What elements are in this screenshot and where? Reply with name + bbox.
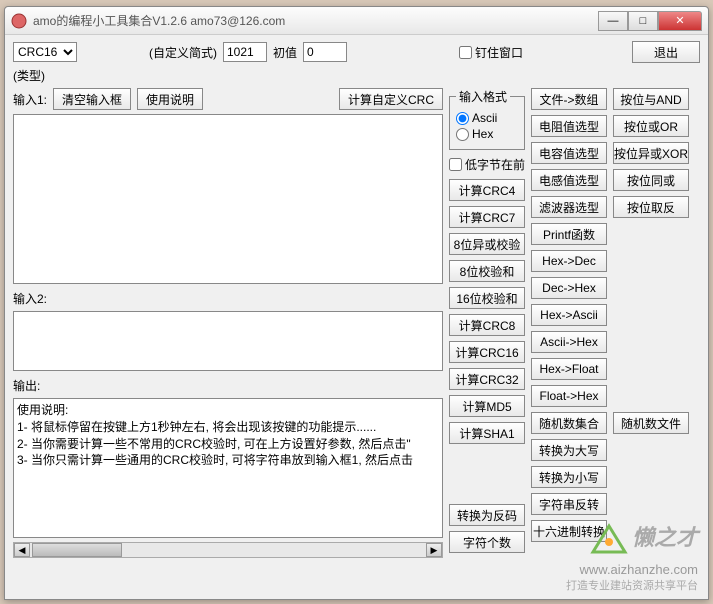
calc-9-button[interactable]: 计算SHA1 — [449, 422, 525, 444]
pin-window-checkbox[interactable]: 钉住窗口 — [459, 44, 523, 61]
output-label: 输出: — [13, 377, 40, 394]
output-textarea[interactable]: 使用说明: 1- 将鼠标停留在按键上方1秒钟左右, 将会出现该按键的功能提示..… — [13, 398, 443, 538]
custom-formula-label: (自定义简式) — [149, 44, 217, 61]
col2-14-button[interactable]: 转换为小写 — [531, 466, 607, 488]
midextra-1-button[interactable]: 字符个数 — [449, 531, 525, 553]
col3-12-button[interactable]: 随机数文件 — [613, 412, 689, 434]
lowbyte-checkbox[interactable]: 低字节在前 — [449, 156, 525, 173]
init-value-input[interactable] — [303, 42, 347, 62]
col2-15-button[interactable]: 字符串反转 — [531, 493, 607, 515]
init-value-label: 初值 — [273, 44, 297, 61]
col2-7-button[interactable]: Dec->Hex — [531, 277, 607, 299]
col2-8-button[interactable]: Hex->Ascii — [531, 304, 607, 326]
calc-custom-crc-button[interactable]: 计算自定义CRC — [339, 88, 443, 110]
watermark: 懒之才 www.aizhanzhe.com 打造专业建站资源共享平台 — [566, 520, 698, 593]
output-scrollbar[interactable]: ◀▶ — [13, 542, 443, 558]
col2-9-button[interactable]: Ascii->Hex — [531, 331, 607, 353]
col2-10-button[interactable]: Hex->Float — [531, 358, 607, 380]
col2-1-button[interactable]: 电阻值选型 — [531, 115, 607, 137]
help-button[interactable]: 使用说明 — [137, 88, 203, 110]
col2-3-button[interactable]: 电感值选型 — [531, 169, 607, 191]
input2-label: 输入2: — [13, 290, 47, 307]
crc-type-select[interactable]: CRC16 — [13, 42, 77, 62]
input2-textarea[interactable] — [13, 311, 443, 371]
minimize-button[interactable]: — — [598, 11, 628, 31]
input-format-group: 输入格式 Ascii Hex — [449, 88, 525, 150]
calc-6-button[interactable]: 计算CRC16 — [449, 341, 525, 363]
col3-4-button[interactable]: 按位取反 — [613, 196, 689, 218]
input1-textarea[interactable] — [13, 114, 443, 284]
col2-0-button[interactable]: 文件->数组 — [531, 88, 607, 110]
ascii-radio[interactable]: Ascii — [456, 111, 518, 125]
col2-13-button[interactable]: 转换为大写 — [531, 439, 607, 461]
custom-formula-input[interactable] — [223, 42, 267, 62]
maximize-button[interactable]: □ — [628, 11, 658, 31]
hex-radio[interactable]: Hex — [456, 127, 518, 141]
midextra-0-button[interactable]: 转换为反码 — [449, 504, 525, 526]
col3-3-button[interactable]: 按位同或 — [613, 169, 689, 191]
calc-2-button[interactable]: 8位异或校验 — [449, 233, 525, 255]
calc-5-button[interactable]: 计算CRC8 — [449, 314, 525, 336]
app-icon — [11, 13, 27, 29]
col2-12-button[interactable]: 随机数集合 — [531, 412, 607, 434]
col3-1-button[interactable]: 按位或OR — [613, 115, 689, 137]
calc-0-button[interactable]: 计算CRC4 — [449, 179, 525, 201]
col2-6-button[interactable]: Hex->Dec — [531, 250, 607, 272]
input1-label: 输入1: — [13, 91, 47, 108]
calc-4-button[interactable]: 16位校验和 — [449, 287, 525, 309]
col3-2-button[interactable]: 按位异或XOR — [613, 142, 689, 164]
col2-2-button[interactable]: 电容值选型 — [531, 142, 607, 164]
col2-11-button[interactable]: Float->Hex — [531, 385, 607, 407]
close-button[interactable]: ✕ — [658, 11, 702, 31]
exit-button[interactable]: 退出 — [632, 41, 700, 63]
col2-4-button[interactable]: 滤波器选型 — [531, 196, 607, 218]
calc-3-button[interactable]: 8位校验和 — [449, 260, 525, 282]
clear-input-button[interactable]: 清空输入框 — [53, 88, 131, 110]
col3-0-button[interactable]: 按位与AND — [613, 88, 689, 110]
col2-5-button[interactable]: Printf函数 — [531, 223, 607, 245]
type-label: (类型) — [13, 67, 45, 84]
calc-8-button[interactable]: 计算MD5 — [449, 395, 525, 417]
calc-1-button[interactable]: 计算CRC7 — [449, 206, 525, 228]
calc-7-button[interactable]: 计算CRC32 — [449, 368, 525, 390]
window-title: amo的编程小工具集合V1.2.6 amo73@126.com — [33, 12, 598, 29]
